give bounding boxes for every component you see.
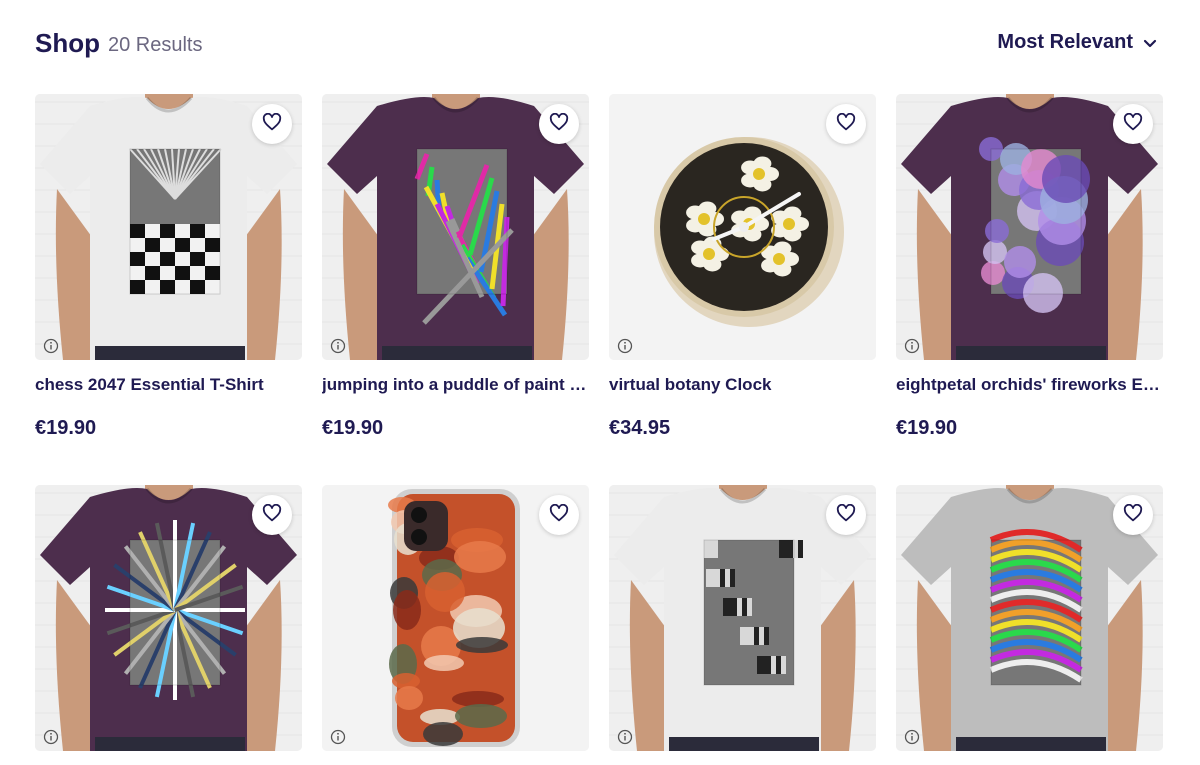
result-count: 20 Results — [108, 34, 203, 56]
product-title[interactable]: jumping into a puddle of paint Essential… — [322, 375, 589, 395]
info-icon[interactable] — [43, 338, 59, 354]
favorite-button[interactable] — [1113, 495, 1153, 535]
product-title[interactable]: eightpetal orchids' fireworks Essential … — [896, 375, 1163, 395]
product-card[interactable] — [609, 485, 876, 751]
shop-header: Shop 20 Results Most Relevant — [35, 26, 1165, 62]
favorite-button[interactable] — [826, 495, 866, 535]
heart-icon — [1123, 503, 1143, 527]
product-title[interactable]: chess 2047 Essential T-Shirt — [35, 375, 302, 395]
product-image[interactable] — [609, 485, 876, 751]
heart-icon — [262, 112, 282, 136]
info-icon[interactable] — [617, 729, 633, 745]
product-price: €19.90 — [896, 417, 958, 439]
product-image[interactable] — [896, 485, 1163, 751]
product-image[interactable] — [322, 94, 589, 360]
heart-icon — [262, 503, 282, 527]
info-icon[interactable] — [904, 729, 920, 745]
favorite-button[interactable] — [252, 495, 292, 535]
product-card[interactable] — [896, 485, 1163, 751]
product-price: €19.90 — [322, 417, 384, 439]
favorite-button[interactable] — [826, 104, 866, 144]
product-price: €19.90 — [35, 417, 97, 439]
product-image[interactable] — [609, 94, 876, 360]
info-icon[interactable] — [617, 338, 633, 354]
favorite-button[interactable] — [539, 495, 579, 535]
heart-icon — [549, 112, 569, 136]
heart-icon — [836, 112, 856, 136]
favorite-button[interactable] — [539, 104, 579, 144]
info-icon[interactable] — [330, 729, 346, 745]
sort-dropdown[interactable]: Most Relevant — [997, 31, 1157, 54]
favorite-button[interactable] — [252, 104, 292, 144]
product-card[interactable] — [322, 485, 589, 751]
heart-icon — [1123, 112, 1143, 136]
sort-label: Most Relevant — [997, 31, 1133, 53]
product-card[interactable]: chess 2047 Essential T-Shirt €19.90 — [35, 94, 302, 440]
favorite-button[interactable] — [1113, 104, 1153, 144]
product-image[interactable] — [35, 485, 302, 751]
info-icon[interactable] — [904, 338, 920, 354]
product-image[interactable] — [896, 94, 1163, 360]
heart-icon — [836, 503, 856, 527]
product-title[interactable]: virtual botany Clock — [609, 375, 876, 395]
product-card[interactable]: jumping into a puddle of paint Essential… — [322, 94, 589, 440]
product-card[interactable]: virtual botany Clock €34.95 — [609, 94, 876, 440]
page-title: Shop — [35, 28, 100, 58]
product-image[interactable] — [35, 94, 302, 360]
product-card[interactable]: eightpetal orchids' fireworks Essential … — [896, 94, 1163, 440]
product-image[interactable] — [322, 485, 589, 751]
info-icon[interactable] — [330, 338, 346, 354]
product-card[interactable] — [35, 485, 302, 751]
heart-icon — [549, 503, 569, 527]
chevron-down-icon — [1143, 36, 1157, 50]
info-icon[interactable] — [43, 729, 59, 745]
product-price: €34.95 — [609, 417, 671, 439]
